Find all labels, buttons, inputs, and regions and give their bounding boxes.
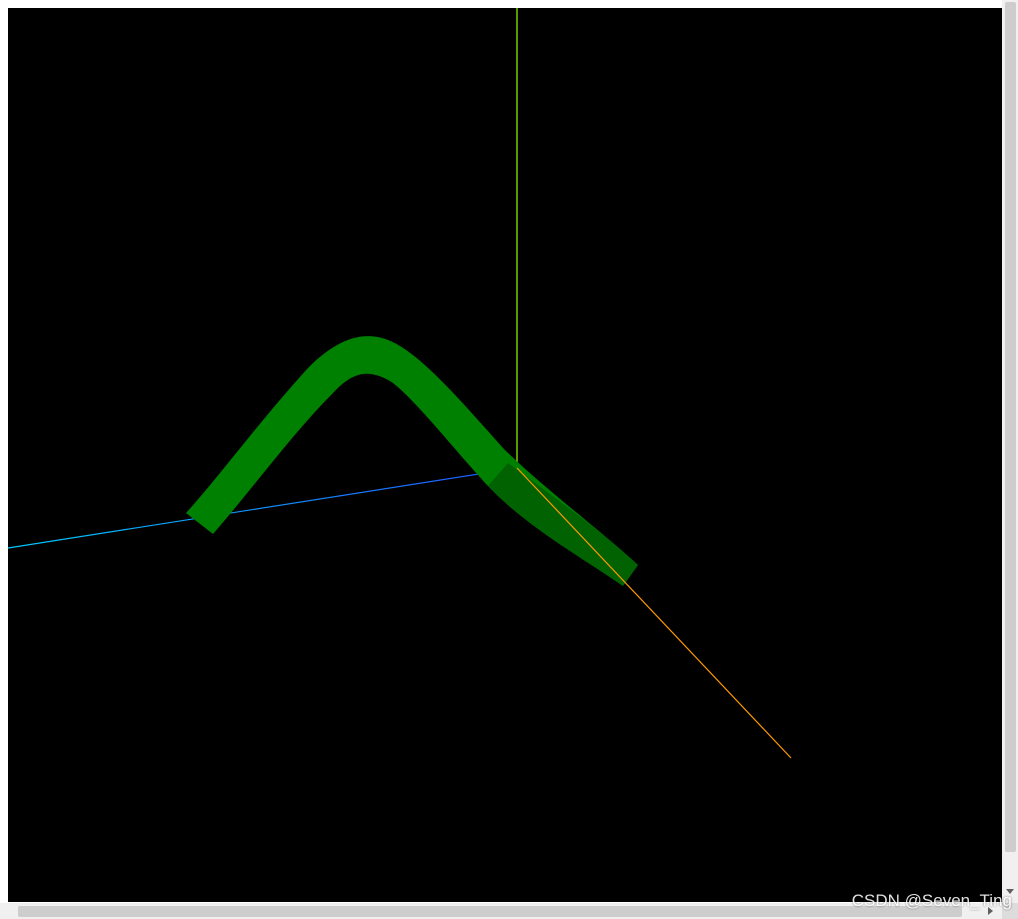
vertical-scrollbar-thumb[interactable] — [1005, 2, 1016, 852]
scene-svg — [8, 8, 792, 759]
z-axis-line — [8, 467, 518, 549]
webgl-canvas[interactable] — [8, 8, 1002, 902]
tube-shadow-segment — [488, 463, 638, 586]
vertical-scrollbar[interactable] — [1002, 0, 1018, 903]
browser-page: CSDN @Seven_Ting — [0, 0, 1018, 919]
x-axis-line — [516, 467, 792, 759]
horizontal-scrollbar-thumb[interactable] — [18, 906, 962, 917]
watermark-text: CSDN @Seven_Ting — [851, 891, 1012, 910]
